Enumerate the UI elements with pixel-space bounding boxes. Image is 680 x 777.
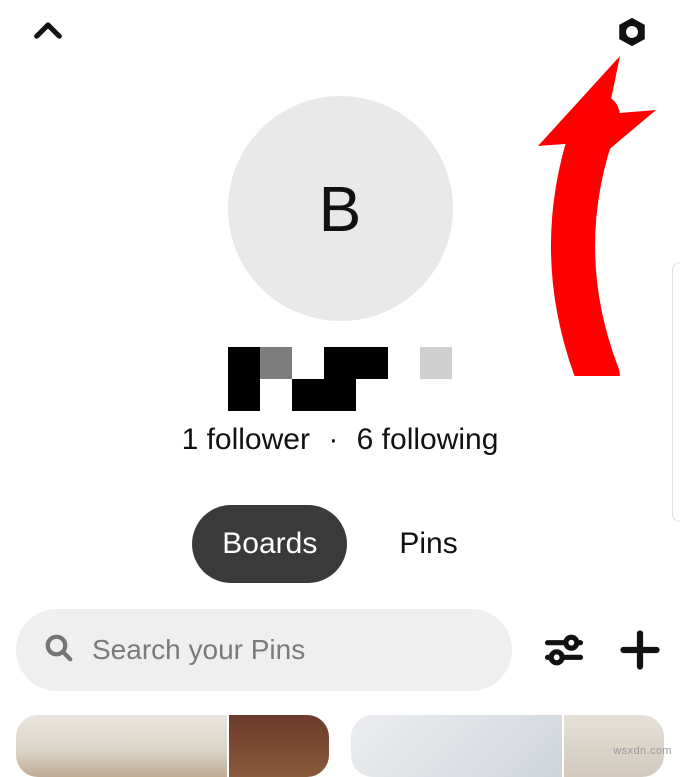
search-icon bbox=[44, 633, 74, 668]
plus-icon bbox=[618, 628, 662, 672]
avatar-container: B bbox=[0, 96, 680, 321]
followers-link[interactable]: 1 follower bbox=[182, 423, 310, 456]
stats-separator: · bbox=[328, 423, 338, 456]
sliders-icon bbox=[542, 628, 586, 672]
avatar-initial: B bbox=[319, 172, 362, 246]
username-redacted bbox=[228, 347, 452, 411]
tab-boards[interactable]: Boards bbox=[192, 505, 347, 583]
following-link[interactable]: 6 following bbox=[357, 423, 499, 456]
search-box[interactable] bbox=[16, 609, 512, 691]
tab-pins[interactable]: Pins bbox=[369, 505, 487, 583]
top-bar bbox=[0, 0, 680, 56]
board-cover-image bbox=[351, 715, 562, 777]
avatar[interactable]: B bbox=[228, 96, 453, 321]
stats-row: 1 follower · 6 following bbox=[0, 423, 680, 457]
username-row bbox=[0, 347, 680, 411]
tabs-row: Boards Pins bbox=[0, 505, 680, 583]
chevron-up-icon[interactable] bbox=[30, 14, 66, 50]
settings-button[interactable] bbox=[614, 14, 650, 50]
search-row bbox=[16, 609, 664, 691]
boards-grid bbox=[16, 715, 664, 777]
board-thumb-image bbox=[229, 715, 329, 777]
watermark: wsxdn.com bbox=[613, 745, 672, 757]
add-button[interactable] bbox=[616, 626, 664, 674]
search-input[interactable] bbox=[92, 634, 484, 666]
board-cover-image bbox=[16, 715, 227, 777]
edge-handle bbox=[672, 262, 680, 522]
board-card[interactable] bbox=[16, 715, 329, 777]
filter-button[interactable] bbox=[540, 626, 588, 674]
